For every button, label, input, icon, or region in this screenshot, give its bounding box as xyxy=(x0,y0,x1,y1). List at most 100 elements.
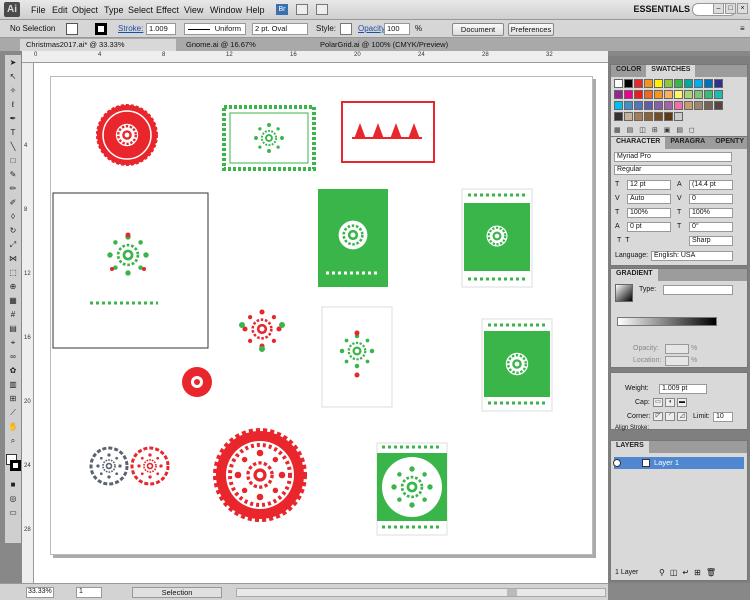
direct-selection-tool-icon[interactable]: ↖ xyxy=(6,70,20,83)
menu-window[interactable]: Window xyxy=(210,5,242,15)
white-card-green-ornament[interactable] xyxy=(90,232,158,305)
stroke-weight-field[interactable]: 1.009 pt xyxy=(659,384,707,394)
color-swatch[interactable] xyxy=(664,112,673,121)
menu-select[interactable]: Select xyxy=(128,5,153,15)
stroke-label[interactable]: Stroke: xyxy=(118,24,143,33)
mesh-tool-icon[interactable]: # xyxy=(6,308,20,321)
baseline-shift-input[interactable]: 0 pt xyxy=(627,222,671,232)
color-swatch[interactable] xyxy=(614,79,623,88)
gradient-type-select[interactable] xyxy=(663,285,733,295)
color-swatch[interactable] xyxy=(694,79,703,88)
large-red-mandala[interactable] xyxy=(213,428,307,522)
slice-tool-icon[interactable]: ⟋ xyxy=(6,406,20,419)
color-swatch[interactable] xyxy=(644,90,653,99)
scroll-thumb[interactable] xyxy=(507,589,517,596)
current-tool-status[interactable]: Selection xyxy=(132,587,222,598)
tab-color[interactable]: COLOR xyxy=(611,65,646,77)
antialiasing-select[interactable]: Sharp xyxy=(689,236,733,246)
tab-paragraph[interactable]: PARAGRA xyxy=(665,137,710,149)
vertical-scale-input[interactable]: 100% xyxy=(627,208,671,218)
gradient-location-input[interactable] xyxy=(665,356,689,366)
color-swatch[interactable] xyxy=(694,90,703,99)
gnome-card[interactable] xyxy=(341,101,435,163)
selected-artboard-frame[interactable] xyxy=(52,192,209,349)
color-swatch[interactable] xyxy=(694,101,703,110)
artboard-tool-icon[interactable]: ⊞ xyxy=(6,392,20,405)
tab-polargrid[interactable]: PolarGrid.ai @ 100% (CMYK/Preview) xyxy=(314,39,456,51)
small-red-flower[interactable] xyxy=(182,367,212,397)
color-swatch[interactable] xyxy=(644,101,653,110)
menu-view[interactable]: View xyxy=(184,5,203,15)
color-mode-icon[interactable]: ■ xyxy=(6,478,20,491)
eraser-tool-icon[interactable]: ◊ xyxy=(6,210,20,223)
minimize-icon[interactable]: – xyxy=(713,3,724,14)
round-join-icon[interactable]: ◜ xyxy=(665,412,675,421)
color-swatch[interactable] xyxy=(624,90,633,99)
screen-mode-icon[interactable]: ▭ xyxy=(6,506,20,519)
character-rotation-input[interactable]: 0° xyxy=(689,222,733,232)
document-setup-button[interactable]: Document Setup xyxy=(452,23,504,45)
opacity-input[interactable]: 100 xyxy=(384,23,410,35)
round-cap-icon[interactable]: ◖ xyxy=(665,398,675,407)
type-tool-icon[interactable]: T xyxy=(6,126,20,139)
tab-character[interactable]: CHARACTER xyxy=(611,137,666,149)
color-swatch[interactable] xyxy=(634,79,643,88)
preferences-button[interactable]: Preferences xyxy=(508,23,554,36)
artboard-navigator[interactable]: 1 xyxy=(76,587,102,598)
selection-tool-icon[interactable]: ➤ xyxy=(6,56,20,69)
color-swatch[interactable] xyxy=(644,79,653,88)
color-swatch[interactable] xyxy=(674,79,683,88)
square-cap-icon[interactable]: ▬ xyxy=(677,398,687,407)
color-swatch[interactable] xyxy=(684,101,693,110)
color-swatch[interactable] xyxy=(664,79,673,88)
horizontal-scale-input[interactable]: 100% xyxy=(689,208,733,218)
font-size-input[interactable]: 12 pt xyxy=(627,180,671,190)
color-swatch[interactable] xyxy=(674,112,683,121)
canvas[interactable] xyxy=(34,63,608,583)
font-style-select[interactable]: Regular xyxy=(614,165,732,175)
kerning-input[interactable]: Auto xyxy=(627,194,671,204)
pen-tool-icon[interactable]: ✒ xyxy=(6,112,20,125)
width-tool-icon[interactable]: ⋈ xyxy=(6,252,20,265)
green-card-tall-2[interactable] xyxy=(461,188,533,288)
butt-cap-icon[interactable]: ▭ xyxy=(653,398,663,407)
opacity-label[interactable]: Opacity: xyxy=(358,24,387,33)
layer-row[interactable]: Layer 1 xyxy=(613,457,744,469)
color-swatch[interactable] xyxy=(674,101,683,110)
drawing-mode-icon[interactable]: ◎ xyxy=(6,492,20,505)
magic-wand-tool-icon[interactable]: ✧ xyxy=(6,84,20,97)
color-swatch[interactable] xyxy=(624,79,633,88)
color-swatch[interactable] xyxy=(704,90,713,99)
menu-edit[interactable]: Edit xyxy=(52,5,68,15)
zoom-tool-icon[interactable]: ⌕ xyxy=(6,434,20,447)
fill-swatch[interactable] xyxy=(66,23,78,35)
stroke-indicator[interactable] xyxy=(10,460,21,471)
blob-brush-tool-icon[interactable]: ✐ xyxy=(6,196,20,209)
font-family-select[interactable]: Myriad Pro xyxy=(614,152,732,162)
fill-stroke-indicator[interactable] xyxy=(5,453,21,477)
brush-definition[interactable]: 2 pt. Oval xyxy=(252,23,308,35)
hand-tool-icon[interactable]: ✋ xyxy=(6,420,20,433)
free-transform-tool-icon[interactable]: ⬚ xyxy=(6,266,20,279)
perspective-grid-tool-icon[interactable]: ▦ xyxy=(6,294,20,307)
scale-tool-icon[interactable]: ⤢ xyxy=(6,238,20,251)
white-card-small[interactable] xyxy=(321,306,393,408)
arrange-docs-icon[interactable] xyxy=(316,4,328,15)
stroke-swatch[interactable] xyxy=(95,23,107,35)
color-swatch[interactable] xyxy=(664,90,673,99)
tab-gnome[interactable]: Gnome.ai @ 16.67% (CMYK/Preview) xyxy=(180,39,312,60)
paintbrush-tool-icon[interactable]: ✎ xyxy=(6,168,20,181)
color-swatch[interactable] xyxy=(634,90,643,99)
miter-limit-input[interactable]: 10 xyxy=(713,412,733,422)
symbol-sprayer-tool-icon[interactable]: ✿ xyxy=(6,364,20,377)
color-swatch[interactable] xyxy=(644,112,653,121)
menu-help[interactable]: Help xyxy=(246,5,265,15)
bridge-icon[interactable]: Br xyxy=(276,4,288,15)
green-card-tall-3[interactable] xyxy=(481,318,553,412)
color-swatch[interactable] xyxy=(624,112,633,121)
line-tool-icon[interactable]: ╲ xyxy=(6,140,20,153)
color-swatch[interactable] xyxy=(614,90,623,99)
gradient-tool-icon[interactable]: ▤ xyxy=(6,322,20,335)
color-swatch[interactable] xyxy=(634,101,643,110)
color-swatch[interactable] xyxy=(704,79,713,88)
